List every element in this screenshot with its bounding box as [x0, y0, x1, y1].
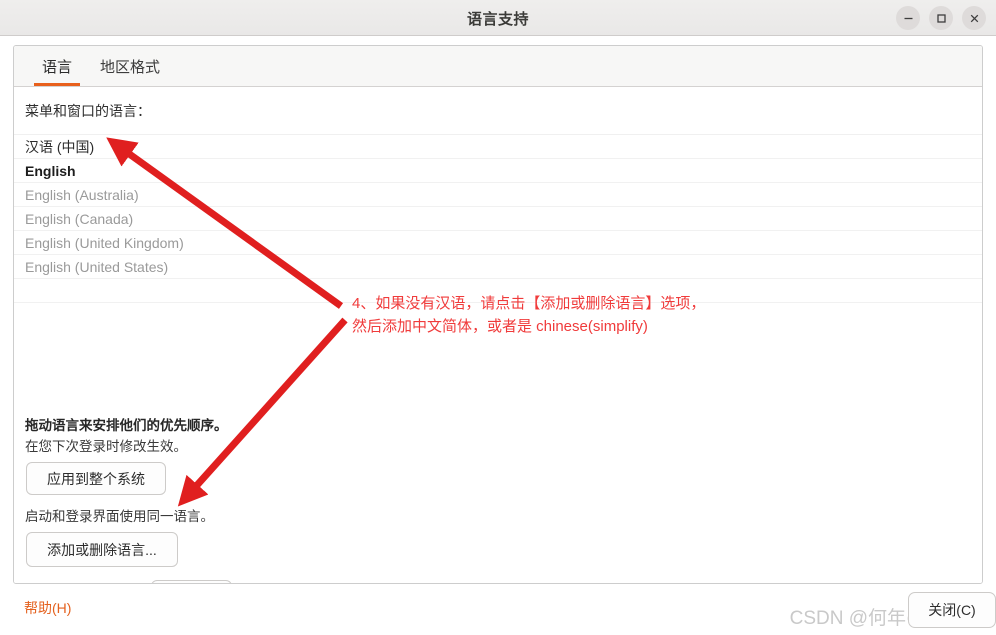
- window-controls: [896, 6, 986, 30]
- maximize-icon[interactable]: [929, 6, 953, 30]
- window-title: 语言支持: [466, 11, 529, 28]
- annotation-text: 4、如果没有汉语，请点击【添加或删除语言】选项， 然后添加中文简体，或者是 ch…: [352, 292, 705, 338]
- drag-order-hint: 拖动语言来安排他们的优先顺序。: [25, 418, 228, 433]
- title-bar: 语言支持: [0, 0, 996, 36]
- tab-language[interactable]: 语言: [28, 56, 86, 86]
- list-item[interactable]: English (United Kingdom): [14, 231, 982, 255]
- list-item[interactable]: English: [14, 159, 982, 183]
- help-link[interactable]: 帮助(H): [24, 598, 71, 618]
- input-method-select[interactable]: Fcitx 4: [151, 580, 232, 583]
- minimize-icon[interactable]: [896, 6, 920, 30]
- annotation-line-1: 4、如果没有汉语，请点击【添加或删除语言】选项，: [352, 295, 706, 312]
- menus-windows-language-label: 菜单和窗口的语言：: [25, 103, 151, 119]
- input-method-row: 键盘输入法系统： Fcitx 4: [25, 580, 232, 583]
- annotation-line-2: 然后添加中文简体，或者是 chinese(simplify): [352, 318, 648, 335]
- tab-bar: 语言 地区格式: [14, 46, 982, 87]
- next-login-hint: 在您下次登录时修改生效。: [25, 439, 187, 454]
- apply-system-wide-button[interactable]: 应用到整个系统: [26, 462, 166, 495]
- language-list[interactable]: 汉语 (中国) English English (Australia) Engl…: [14, 134, 982, 303]
- list-item[interactable]: English (Australia): [14, 183, 982, 207]
- login-screen-hint: 启动和登录界面使用同一语言。: [25, 509, 214, 524]
- list-item[interactable]: English (Canada): [14, 207, 982, 231]
- language-support-window: 语言支持 语言 地区格式 菜单和窗口的语言： 汉语 (中国) English E…: [0, 0, 996, 635]
- close-button[interactable]: 关闭(C): [908, 592, 996, 628]
- list-item[interactable]: English (United States): [14, 255, 982, 279]
- list-item[interactable]: 汉语 (中国): [14, 135, 982, 159]
- close-icon[interactable]: [962, 6, 986, 30]
- add-remove-languages-button[interactable]: 添加或删除语言...: [26, 532, 178, 567]
- tab-regional-formats[interactable]: 地区格式: [86, 56, 174, 86]
